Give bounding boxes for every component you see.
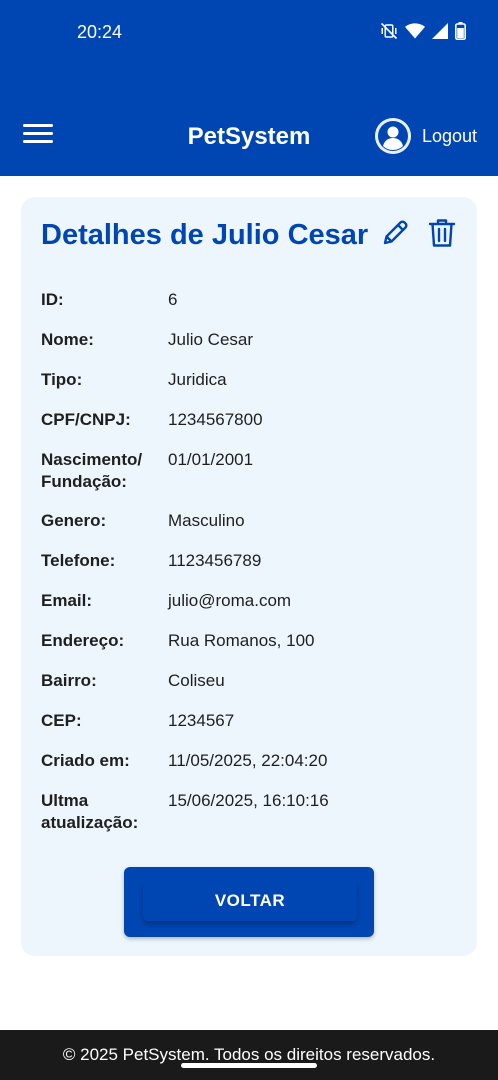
user-avatar-icon [375,118,411,154]
edit-icon[interactable] [379,217,411,249]
field-row-endereco: Endereço: Rua Romanos, 100 [41,630,461,652]
details-list: ID: 6 Nome: Julio Cesar Tipo: Juridica C… [41,289,461,851]
field-row-bairro: Bairro: Coliseu [41,670,461,692]
field-value: Masculino [168,511,245,530]
app-bar: PetSystem Logout [0,110,498,166]
field-label: Nome: [41,330,94,349]
field-value: Coliseu [168,671,225,690]
status-icons [380,22,466,40]
field-row-nome: Nome: Julio Cesar [41,329,461,351]
field-label: Genero: [41,511,107,530]
field-label: Bairro: [41,671,97,690]
field-value: julio@roma.com [168,591,292,610]
field-value: 1234567 [168,711,235,730]
field-row-id: ID: 6 [41,289,461,311]
field-label: CPF/CNPJ: [41,410,131,429]
field-label: ID: [41,290,64,309]
field-value: 01/01/2001 [168,450,254,469]
footer-text: © 2025 PetSystem. Todos os direitos rese… [62,1045,436,1064]
logout-label: Logout [422,125,478,146]
status-time: 20:24 [77,22,123,42]
details-card: Detalhes de Julio Cesar ID: 6 Nome: Juli… [21,197,477,956]
field-label: Telefone: [41,551,116,570]
field-row-nascimento: Nascimento/ Fundação: 01/01/2001 [41,449,461,493]
footer: © 2025 PetSystem. Todos os direitos rese… [0,1030,498,1080]
field-row-ultima-atualizacao: Ultma atualização: 15/06/2025, 16:10:16 [41,790,461,834]
field-row-tipo: Tipo: Juridica [41,369,461,391]
page-title: Detalhes de Julio Cesar [41,219,369,251]
field-value: 1123456789 [168,551,262,570]
field-label: Criado em: [41,751,130,770]
status-bar: 20:24 [0,0,498,66]
field-row-genero: Genero: Masculino [41,510,461,532]
gesture-bar[interactable] [181,1063,317,1068]
signal-icon [432,23,448,39]
field-value: 15/06/2025, 16:10:16 [168,791,329,810]
field-row-cep: CEP: 1234567 [41,710,461,732]
field-label: Email: [41,591,93,610]
back-button[interactable]: VOLTAR [124,867,374,937]
field-value: 1234567800 [168,410,263,429]
battery-icon [455,22,466,40]
wifi-icon [405,23,425,39]
top-bar: 20:24 PetSystem Logout [0,0,498,176]
field-value: Rua Romanos, 100 [168,631,315,650]
field-label: Tipo: [41,370,83,389]
field-row-email: Email: julio@roma.com [41,590,461,612]
field-label: Nascimento/ Fundação: [41,450,143,491]
field-row-criado-em: Criado em: 11/05/2025, 22:04:20 [41,750,461,772]
field-label: CEP: [41,711,82,730]
field-label: Ultma atualização: [41,791,139,832]
logout-button[interactable]: Logout [375,118,477,154]
vibrate-off-icon [380,22,398,40]
field-row-telefone: Telefone: 1123456789 [41,550,461,572]
field-value: 6 [168,290,178,309]
trash-icon[interactable] [428,217,456,249]
field-value: Julio Cesar [168,330,254,349]
field-value: 11/05/2025, 22:04:20 [168,751,328,770]
back-button-label: VOLTAR [143,881,357,921]
field-row-cpf-cnpj: CPF/CNPJ: 1234567800 [41,409,461,431]
field-value: Juridica [168,370,227,389]
field-label: Endereço: [41,631,125,650]
